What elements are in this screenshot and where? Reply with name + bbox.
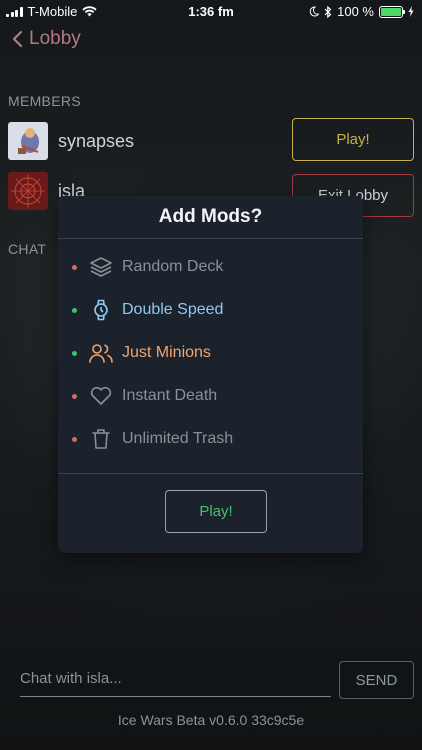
- mod-random-deck[interactable]: Random Deck: [72, 252, 349, 282]
- status-dot: [72, 264, 77, 270]
- battery-percent: 100 %: [337, 4, 374, 19]
- chat-heading: CHAT: [8, 241, 47, 257]
- charging-icon: [408, 6, 414, 17]
- mod-label: Just Minions: [122, 344, 211, 361]
- status-dot: [72, 350, 77, 356]
- avatar: [8, 122, 48, 160]
- mod-double-speed[interactable]: Double Speed: [72, 295, 349, 325]
- bluetooth-icon: [324, 5, 332, 18]
- mod-label: Double Speed: [122, 301, 224, 318]
- back-label: Lobby: [29, 28, 81, 49]
- member-row-synapses[interactable]: synapses: [8, 122, 134, 160]
- send-button[interactable]: SEND: [339, 661, 414, 699]
- back-button[interactable]: Lobby: [12, 28, 81, 50]
- mod-label: Random Deck: [122, 258, 224, 275]
- status-dot: [72, 393, 77, 399]
- member-name: synapses: [58, 130, 135, 151]
- status-dot: [72, 307, 77, 313]
- users-icon: [88, 340, 114, 366]
- status-right: 100 %: [309, 4, 414, 19]
- dialog-play-button[interactable]: Play!: [165, 490, 267, 533]
- dialog-title: Add Mods?: [158, 206, 263, 227]
- moon-icon: [309, 6, 320, 17]
- members-heading: MEMBERS: [8, 93, 81, 109]
- avatar: [8, 172, 48, 210]
- mod-instant-death[interactable]: Instant Death: [72, 381, 349, 411]
- add-mods-dialog: Add Mods? Random Deck Double Speed Just …: [58, 196, 363, 553]
- play-button[interactable]: Play!: [292, 118, 414, 161]
- battery-icon: [379, 5, 405, 18]
- version-label: Ice Wars Beta v0.6.0 33c9c5e: [117, 712, 305, 728]
- heart-icon: [88, 383, 114, 409]
- status-bar: T-Mobile 1:36 fm 100 %: [0, 0, 422, 22]
- chevron-left-icon: [12, 30, 23, 48]
- mod-label: Instant Death: [122, 387, 218, 404]
- mod-just-minions[interactable]: Just Minions: [72, 338, 349, 368]
- divider: [58, 238, 363, 239]
- mod-unlimited-trash[interactable]: Unlimited Trash: [72, 424, 349, 454]
- status-dot: [72, 436, 77, 442]
- mod-label: Unlimited Trash: [122, 430, 234, 447]
- trash-icon: [88, 426, 114, 452]
- divider: [58, 473, 363, 474]
- watch-icon: [88, 297, 114, 323]
- layers-icon: [88, 254, 114, 280]
- chat-input[interactable]: Chat with isla...: [20, 660, 331, 697]
